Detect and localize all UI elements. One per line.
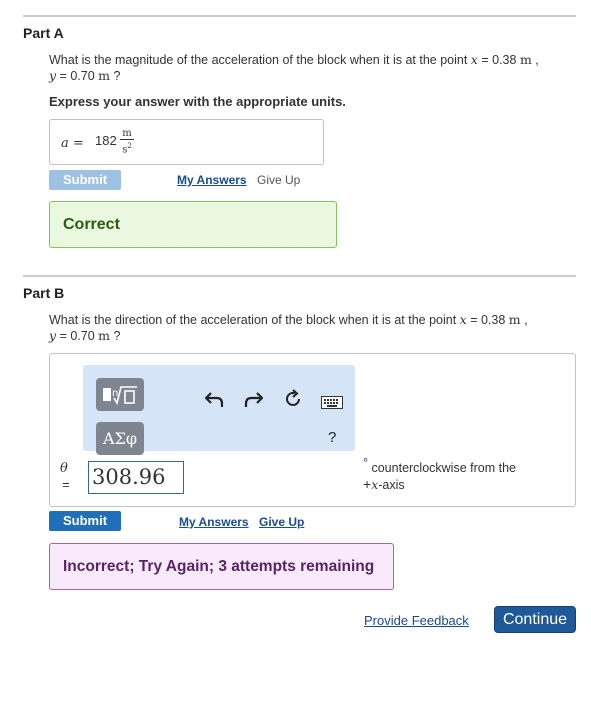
part-a-answer-label: a =	[61, 136, 84, 151]
part-b-x-eq: = 0.38	[470, 313, 506, 327]
keyboard-icon[interactable]	[321, 393, 343, 414]
unit-text-axis: -axis	[378, 478, 405, 492]
part-a-x-unit: m	[519, 52, 532, 67]
part-a-question: What is the magnitude of the acceleratio…	[49, 52, 579, 84]
part-b-give-up-link[interactable]: Give Up	[259, 515, 304, 529]
part-a-instruction: Express your answer with the appropriate…	[49, 94, 346, 109]
part-a-title: Part A	[23, 25, 64, 41]
unit-denominator: s2	[122, 142, 132, 156]
part-b-y-var: y	[49, 328, 57, 343]
angle-answer-input[interactable]: 308.96	[88, 461, 184, 494]
part-a-x-eq: = 0.38	[481, 53, 517, 67]
part-a-comma: ,	[535, 53, 539, 67]
part-b-y-eq: = 0.70	[59, 329, 95, 343]
part-a-question-text: What is the magnitude of the acceleratio…	[49, 53, 468, 67]
part-a-give-up: Give Up	[257, 173, 301, 187]
part-b-x-var: x	[459, 312, 467, 327]
part-a-answer-unit: m s2	[120, 128, 134, 156]
part-b-question: What is the direction of the acceleratio…	[49, 312, 579, 344]
help-button[interactable]: ?	[328, 429, 336, 446]
part-b-submit-button[interactable]: Submit	[49, 511, 121, 531]
math-toolbar: n ΑΣφ ?	[83, 365, 355, 455]
reset-icon[interactable]	[283, 389, 303, 414]
part-b-my-answers-link[interactable]: My Answers	[179, 515, 249, 529]
part-b-x-unit: m	[508, 312, 521, 327]
part-a-y-unit: m	[98, 68, 110, 83]
greek-symbols-label: ΑΣφ	[102, 429, 138, 448]
part-a-y-eq: = 0.70	[59, 69, 95, 83]
part-a-answer-box: a = 182 m s2	[49, 119, 324, 165]
part-a-y-var: y	[49, 68, 57, 83]
part-b-question-text: What is the direction of the acceleratio…	[49, 313, 457, 327]
part-a-feedback-correct: Correct	[49, 201, 337, 248]
greek-symbols-button[interactable]: ΑΣφ	[96, 422, 144, 455]
part-b-qmark: ?	[113, 329, 121, 343]
part-b-feedback-incorrect: Incorrect; Try Again; 3 attempts remaini…	[49, 543, 394, 590]
part-a-submit-button[interactable]: Submit	[49, 170, 121, 190]
templates-icon[interactable]: n	[96, 378, 144, 411]
part-b-y-unit: m	[98, 328, 110, 343]
part-a-divider	[23, 15, 576, 17]
redo-icon[interactable]	[243, 390, 264, 413]
svg-text:n: n	[112, 388, 118, 399]
degree-symbol: °	[363, 456, 368, 470]
unit-numerator: m	[120, 128, 134, 140]
part-a-qmark: ?	[113, 69, 121, 83]
part-b-answer-eq: =	[62, 477, 70, 492]
part-b-divider	[23, 275, 576, 277]
unit-text-line1: counterclockwise from the	[371, 461, 516, 475]
provide-feedback-link[interactable]: Provide Feedback	[364, 613, 469, 628]
part-b-answer-label: θ	[60, 461, 68, 476]
part-a-my-answers-link[interactable]: My Answers	[177, 173, 247, 187]
part-a-answer-value: 182	[95, 133, 117, 148]
part-b-title: Part B	[23, 285, 65, 301]
part-a-x-var: x	[470, 52, 478, 67]
part-b-comma: ,	[524, 313, 528, 327]
undo-icon[interactable]	[204, 390, 225, 413]
part-b-unit-note: ° counterclockwise from the +x-axis	[363, 456, 573, 493]
unit-plus-sign: +	[363, 476, 372, 492]
continue-button[interactable]: Continue	[494, 606, 576, 633]
part-b-answer-box: n ΑΣφ ? θ = 308.96 ° counterclockwise fr…	[49, 353, 576, 507]
